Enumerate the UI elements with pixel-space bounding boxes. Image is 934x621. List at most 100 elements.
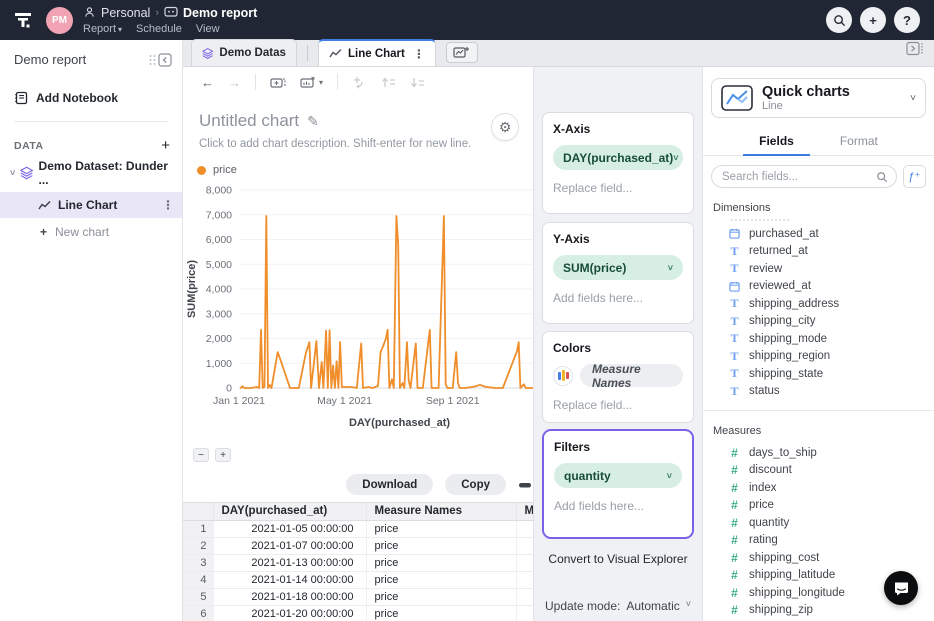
table-header-cell[interactable]: DAY(purchased_at): [213, 503, 366, 520]
dimension-field-item[interactable]: reviewed_at: [703, 278, 934, 296]
quick-charts-selected-type: Line: [762, 100, 850, 112]
add-formula-button[interactable]: ƒ⁺: [903, 165, 926, 188]
filters-field-pill[interactable]: quantity ˅: [554, 463, 682, 488]
menu-schedule[interactable]: Schedule: [136, 23, 182, 35]
palette-icon: [553, 366, 573, 386]
breadcrumb-report-title[interactable]: Demo report: [183, 6, 257, 20]
zoom-out-button[interactable]: −: [193, 448, 209, 462]
table-row[interactable]: 62021-01-20 00:00:00price: [183, 605, 533, 621]
chart-settings-button[interactable]: ⚙: [491, 113, 519, 141]
duplicate-chart-button[interactable]: [270, 76, 286, 89]
open-panel-button[interactable]: [906, 41, 924, 61]
undo-button[interactable]: ←: [201, 75, 214, 90]
app-logo-icon[interactable]: [0, 10, 46, 30]
quick-charts-icon: [721, 85, 753, 111]
convert-to-visual-explorer-button[interactable]: Convert to Visual Explorer: [534, 552, 702, 566]
y-axis-field-pill[interactable]: SUM(price) ˅: [553, 255, 683, 280]
remove-chart-button[interactable]: ▾: [300, 76, 323, 89]
text-type-icon: T: [729, 384, 740, 399]
dimension-field-item[interactable]: purchased_at: [703, 225, 934, 243]
add-notebook-button[interactable]: Add Notebook: [14, 91, 168, 105]
redo-button[interactable]: →: [228, 75, 241, 90]
tab-kebab-menu-icon[interactable]: ⋮: [413, 47, 425, 61]
intercom-chat-button[interactable]: [884, 571, 918, 605]
search-fields-input[interactable]: [722, 171, 876, 183]
dimension-field-item[interactable]: Tstatus: [703, 383, 934, 401]
measure-field-item[interactable]: #rating: [703, 532, 934, 550]
chart-title[interactable]: Untitled chart: [199, 111, 299, 131]
table-row[interactable]: 22021-01-07 00:00:00price: [183, 537, 533, 554]
breadcrumb-workspace[interactable]: Personal: [101, 6, 150, 20]
x-axis-field-pill[interactable]: DAY(purchased_at) ˅: [553, 145, 683, 170]
zoom-in-button[interactable]: +: [215, 448, 231, 462]
measure-field-item[interactable]: #days_to_ship: [703, 444, 934, 462]
table-row[interactable]: 42021-01-14 00:00:00price: [183, 571, 533, 588]
sidebar-item-line-chart[interactable]: Line Chart ⋮: [0, 192, 182, 218]
colors-field-pill[interactable]: Measure Names: [580, 364, 683, 387]
colors-card: Colors Measure Names Replace field...: [542, 331, 694, 423]
dimension-field-item[interactable]: Tshipping_address: [703, 295, 934, 313]
insert-below-button[interactable]: [352, 76, 367, 89]
menu-view[interactable]: View: [196, 23, 220, 35]
minimize-results-button[interactable]: [518, 480, 532, 490]
kebab-menu-icon[interactable]: ⋮: [162, 198, 174, 212]
measure-field-item[interactable]: #quantity: [703, 514, 934, 532]
table-cell: [516, 537, 533, 554]
line-chart[interactable]: 01,0002,0003,0004,0005,0006,0007,0008,00…: [183, 182, 533, 432]
chevron-down-icon[interactable]: ˅: [10, 168, 15, 178]
measure-field-item[interactable]: #index: [703, 479, 934, 497]
table-row[interactable]: 32021-01-13 00:00:00price: [183, 554, 533, 571]
topbar-actions: + ?: [826, 7, 934, 33]
collapse-sidebar-button[interactable]: [149, 53, 172, 67]
search-button[interactable]: [826, 7, 852, 33]
menu-report[interactable]: Report▾: [83, 23, 122, 35]
tab-line-chart[interactable]: Line Chart ⋮: [318, 39, 436, 66]
add-notebook-label: Add Notebook: [36, 91, 118, 105]
dimension-field-item[interactable]: Tshipping_region: [703, 348, 934, 366]
tab-fields[interactable]: Fields: [749, 130, 804, 155]
breadcrumb: Personal › Demo report Report▾ Schedule …: [83, 6, 257, 35]
tab-format[interactable]: Format: [830, 130, 888, 155]
copy-button[interactable]: Copy: [445, 474, 506, 495]
add-data-button[interactable]: +: [161, 138, 170, 153]
field-search[interactable]: [711, 165, 897, 188]
new-chart-tab-button[interactable]: [446, 42, 478, 63]
colors-replace-field[interactable]: Replace field...: [553, 398, 683, 412]
measure-field-item[interactable]: #discount: [703, 462, 934, 480]
table-header-cell[interactable]: Measure Names: [366, 503, 516, 520]
table-cell: 6: [183, 605, 213, 621]
help-button[interactable]: ?: [894, 7, 920, 33]
dimension-field-item[interactable]: Tshipping_city: [703, 313, 934, 331]
update-mode-select[interactable]: Automatic: [626, 599, 679, 613]
table-row[interactable]: 52021-01-18 00:00:00price: [183, 588, 533, 605]
y-axis-title: Y-Axis: [553, 232, 683, 246]
measure-field-item[interactable]: #shipping_cost: [703, 549, 934, 567]
move-up-button[interactable]: [381, 76, 396, 89]
edit-title-icon[interactable]: ✎: [307, 113, 319, 130]
dimension-field-item[interactable]: Tshipping_mode: [703, 330, 934, 348]
move-down-button[interactable]: [410, 76, 425, 89]
y-axis-add-fields[interactable]: Add fields here...: [553, 291, 683, 305]
avatar[interactable]: PM: [46, 7, 73, 34]
search-icon: [876, 171, 888, 183]
dimension-field-item[interactable]: Treview: [703, 260, 934, 278]
chart-description-placeholder[interactable]: Click to add chart description. Shift-en…: [199, 138, 533, 150]
tab-dataset[interactable]: Demo Datas...: [191, 39, 297, 66]
dimension-field-item[interactable]: Treturned_at: [703, 243, 934, 261]
sidebar-item-dataset[interactable]: ˅ Demo Dataset: Dunder ...: [0, 153, 182, 192]
results-table[interactable]: DAY(purchased_at)Measure NamesMeasure Va…: [183, 502, 533, 621]
chart-legend[interactable]: price: [197, 164, 533, 176]
measure-field-item[interactable]: #price: [703, 497, 934, 515]
new-button[interactable]: +: [860, 7, 886, 33]
download-button[interactable]: Download: [346, 474, 433, 495]
filters-add-fields[interactable]: Add fields here...: [554, 499, 682, 513]
quick-charts-selector[interactable]: Quick charts Line ˅: [711, 78, 926, 118]
table-row[interactable]: 12021-01-05 00:00:00price: [183, 520, 533, 537]
dimension-field-item[interactable]: Tshipping_state: [703, 365, 934, 383]
x-axis-replace-field[interactable]: Replace field...: [553, 181, 683, 195]
sidebar-item-new-chart[interactable]: + New chart: [0, 218, 182, 245]
number-type-icon: #: [729, 551, 740, 565]
insert-below-icon: [352, 76, 367, 89]
table-header-cell[interactable]: [183, 503, 213, 520]
table-header-cell[interactable]: Measure Value: [516, 503, 533, 520]
